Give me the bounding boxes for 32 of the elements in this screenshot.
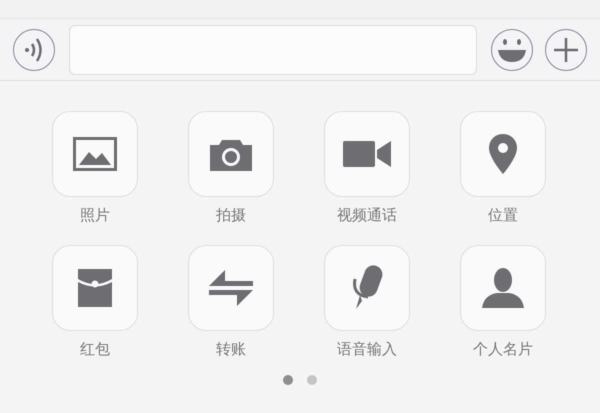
action-label: 照片 bbox=[80, 206, 110, 225]
plus-icon bbox=[554, 38, 578, 62]
action-label: 位置 bbox=[488, 206, 518, 225]
envelope-icon bbox=[77, 267, 113, 309]
transfer-arrows-icon bbox=[209, 270, 253, 306]
location-pin-icon bbox=[489, 134, 517, 174]
action-tile[interactable] bbox=[460, 245, 546, 331]
action-tile[interactable] bbox=[324, 111, 410, 197]
page-dot[interactable] bbox=[283, 375, 293, 385]
action-label: 个人名片 bbox=[473, 340, 533, 359]
voice-button[interactable] bbox=[13, 28, 55, 70]
action-tile[interactable] bbox=[52, 111, 138, 197]
microphone-icon bbox=[350, 265, 384, 311]
action-tile[interactable] bbox=[324, 245, 410, 331]
action-label: 视频通话 bbox=[337, 206, 397, 225]
picture-icon bbox=[73, 137, 117, 171]
person-icon bbox=[482, 268, 524, 308]
voice-wave-icon bbox=[24, 38, 44, 62]
action-tile[interactable] bbox=[460, 111, 546, 197]
emoji-button[interactable] bbox=[491, 28, 533, 70]
action-label: 红包 bbox=[80, 340, 110, 359]
action-label: 转账 bbox=[216, 340, 246, 359]
action-label: 拍摄 bbox=[216, 206, 246, 225]
action-tile[interactable] bbox=[52, 245, 138, 331]
add-button[interactable] bbox=[545, 28, 587, 70]
smiley-icon bbox=[496, 38, 528, 62]
action-tile[interactable] bbox=[188, 245, 274, 331]
action-label: 语音输入 bbox=[337, 340, 397, 359]
message-input-field[interactable] bbox=[69, 24, 477, 74]
action-tile[interactable] bbox=[188, 111, 274, 197]
video-camera-icon bbox=[343, 140, 391, 168]
page-dot[interactable] bbox=[307, 375, 317, 385]
